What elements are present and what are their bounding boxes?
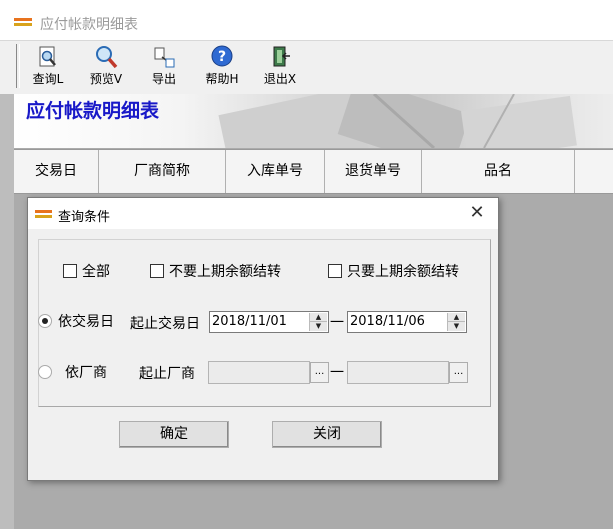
checkbox-only-prev-balance[interactable] (328, 264, 342, 278)
date-from-spinner[interactable]: ▲ ▼ (309, 313, 327, 331)
column-header-product[interactable]: 品名 (422, 150, 575, 193)
dialog-logo-icon (35, 210, 52, 218)
app-logo-icon (14, 16, 32, 29)
checkbox-exclude-prev-balance-label: 不要上期余额结转 (169, 264, 281, 280)
help-icon: ? (211, 45, 233, 67)
date-to-spinner[interactable]: ▲ ▼ (447, 313, 465, 331)
date-range-separator: 一 (330, 315, 344, 331)
preview-label: 预览V (89, 72, 123, 86)
vendor-from-field[interactable] (208, 361, 310, 384)
date-to-value: 2018/11/06 (350, 314, 425, 329)
date-from-picker[interactable]: 2018/11/01 ▲ ▼ (209, 311, 329, 333)
preview-icon (96, 46, 118, 69)
vendor-to-field[interactable] (347, 361, 449, 384)
radio-by-vendor-label: 依厂商 (65, 365, 107, 381)
toolbar: 查询L 预览V 导出 ? 帮助H 退出X (0, 41, 613, 95)
window-title: 应付帐款明细表 (40, 17, 138, 33)
vendor-range-separator: 一 (330, 365, 344, 381)
export-button[interactable]: 导出 (140, 45, 188, 91)
column-header-receipt-no[interactable]: 入库单号 (226, 150, 325, 193)
query-button[interactable]: 查询L (24, 45, 72, 91)
exit-label: 退出X (263, 72, 297, 86)
export-icon (154, 47, 175, 68)
checkbox-all[interactable] (63, 264, 77, 278)
help-button[interactable]: ? 帮助H (198, 45, 246, 91)
column-header-trade-date[interactable]: 交易日 (14, 150, 99, 193)
export-label: 导出 (151, 72, 176, 86)
spin-down-icon[interactable]: ▼ (448, 322, 465, 330)
svg-text:?: ? (218, 49, 226, 65)
date-to-picker[interactable]: 2018/11/06 ▲ ▼ (347, 311, 467, 333)
radio-by-vendor[interactable] (38, 365, 52, 379)
ok-button[interactable]: 确定 (119, 421, 229, 448)
window-titlebar: 应付帐款明细表 (0, 0, 613, 41)
spin-up-icon[interactable]: ▲ (310, 313, 327, 322)
checkbox-exclude-prev-balance[interactable] (150, 264, 164, 278)
vendor-to-browse-button[interactable]: ... (449, 362, 468, 383)
report-title: 应付帐款明细表 (26, 100, 160, 122)
report-banner: 应付帐款明细表 (14, 94, 613, 148)
close-icon[interactable]: ✕ (466, 203, 488, 225)
query-dialog: 查询条件 ✕ 全部 不要上期余额结转 只要上期余额结转 依交易日 起止交易日 2… (27, 197, 499, 481)
column-header-vendor[interactable]: 厂商简称 (99, 150, 226, 193)
date-from-value: 2018/11/01 (212, 314, 287, 329)
left-border (0, 94, 14, 529)
exit-icon (273, 46, 290, 67)
checkbox-only-prev-balance-label: 只要上期余额结转 (347, 264, 459, 280)
help-label: 帮助H (205, 72, 239, 86)
vendor-range-label: 起止厂商 (139, 366, 195, 382)
exit-button[interactable]: 退出X (256, 45, 304, 91)
spin-up-icon[interactable]: ▲ (448, 313, 465, 322)
date-range-label: 起止交易日 (130, 316, 200, 332)
close-button[interactable]: 关闭 (272, 421, 382, 448)
query-icon (39, 46, 56, 67)
toolbar-grip[interactable] (16, 44, 20, 88)
grid-header: 交易日 厂商简称 入库单号 退货单号 品名 (14, 149, 613, 194)
radio-by-trade-date-label: 依交易日 (58, 314, 114, 330)
radio-by-trade-date[interactable] (38, 314, 52, 328)
spin-down-icon[interactable]: ▼ (310, 322, 327, 330)
dialog-title: 查询条件 (58, 210, 111, 225)
vendor-from-browse-button[interactable]: ... (310, 362, 329, 383)
dialog-titlebar[interactable]: 查询条件 ✕ (28, 198, 498, 229)
preview-button[interactable]: 预览V (82, 45, 130, 91)
query-label: 查询L (32, 72, 64, 86)
column-header-return-no[interactable]: 退货单号 (325, 150, 422, 193)
checkbox-all-label: 全部 (82, 264, 110, 280)
